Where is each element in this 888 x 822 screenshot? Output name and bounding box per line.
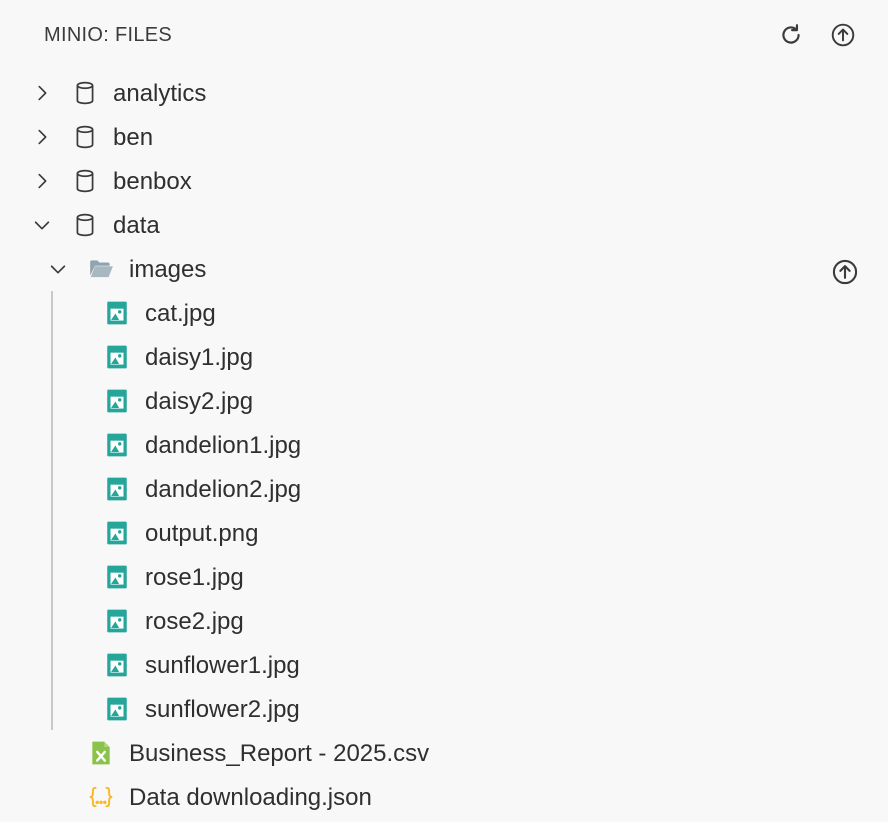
tree-item-file[interactable]: sunflower2.jpg <box>0 687 888 731</box>
chevron-right-icon[interactable] <box>30 169 54 193</box>
upload-button[interactable] <box>828 20 858 50</box>
image-file-icon <box>103 431 131 459</box>
tree-item-label: dandelion1.jpg <box>145 432 302 459</box>
tree-item-file[interactable]: rose1.jpg <box>0 555 888 599</box>
tree-item-bucket-benbox[interactable]: benbox <box>0 159 888 203</box>
tree-item-file[interactable]: Data downloading.json <box>0 775 888 819</box>
tree-item-label: daisy2.jpg <box>145 388 254 415</box>
upload-to-folder-button[interactable] <box>830 257 860 287</box>
tree-item-label: sunflower2.jpg <box>145 696 300 723</box>
image-file-icon <box>103 651 131 679</box>
csv-file-icon <box>87 739 115 767</box>
tree-item-bucket-ben[interactable]: ben <box>0 115 888 159</box>
tree-item-label: sunflower1.jpg <box>145 652 300 679</box>
tree-item-file[interactable]: daisy2.jpg <box>0 379 888 423</box>
tree-item-label: data <box>113 212 160 239</box>
image-file-icon <box>103 343 131 371</box>
tree-item-label: daisy1.jpg <box>145 344 254 371</box>
file-tree: analytics ben benbox data images cat.jpg… <box>0 71 888 819</box>
tree-item-bucket-data[interactable]: data <box>0 203 888 247</box>
refresh-icon <box>782 24 800 44</box>
tree-item-label: benbox <box>113 168 192 195</box>
tree-item-label: output.png <box>145 520 259 547</box>
image-file-icon <box>103 695 131 723</box>
tree-item-file[interactable]: sunflower1.jpg <box>0 643 888 687</box>
tree-item-label: Data downloading.json <box>129 784 372 811</box>
tree-item-label: Business_Report - 2025.csv <box>129 740 430 767</box>
database-icon <box>71 79 99 107</box>
database-icon <box>71 211 99 239</box>
refresh-button[interactable] <box>776 20 806 50</box>
tree-item-folder-images[interactable]: images <box>0 247 888 291</box>
explorer-header: MINIO: FILES <box>0 0 888 70</box>
tree-item-label: analytics <box>113 80 207 107</box>
tree-item-file[interactable]: dandelion1.jpg <box>0 423 888 467</box>
json-file-icon <box>87 783 115 811</box>
image-file-icon <box>103 519 131 547</box>
upload-icon <box>832 259 858 285</box>
chevron-right-icon[interactable] <box>30 81 54 105</box>
image-file-icon <box>103 299 131 327</box>
upload-icon <box>831 23 855 47</box>
panel-title: MINIO: FILES <box>44 24 173 46</box>
tree-item-file[interactable]: rose2.jpg <box>0 599 888 643</box>
tree-item-label: cat.jpg <box>145 300 216 327</box>
tree-item-file[interactable]: dandelion2.jpg <box>0 467 888 511</box>
tree-item-bucket-analytics[interactable]: analytics <box>0 71 888 115</box>
tree-item-label: rose2.jpg <box>145 608 244 635</box>
image-file-icon <box>103 475 131 503</box>
chevron-down-icon[interactable] <box>46 257 70 281</box>
database-icon <box>71 167 99 195</box>
image-file-icon <box>103 563 131 591</box>
tree-item-label: rose1.jpg <box>145 564 244 591</box>
tree-item-label: dandelion2.jpg <box>145 476 302 503</box>
tree-item-label: images <box>129 256 207 283</box>
chevron-down-icon[interactable] <box>30 213 54 237</box>
database-icon <box>71 123 99 151</box>
tree-item-file[interactable]: output.png <box>0 511 888 555</box>
image-file-icon <box>103 607 131 635</box>
chevron-right-icon[interactable] <box>30 125 54 149</box>
tree-item-file[interactable]: Business_Report - 2025.csv <box>0 731 888 775</box>
image-file-icon <box>103 387 131 415</box>
tree-item-label: ben <box>113 124 154 151</box>
tree-item-file[interactable]: daisy1.jpg <box>0 335 888 379</box>
tree-item-file[interactable]: cat.jpg <box>0 291 888 335</box>
folder-open-icon <box>87 255 115 283</box>
